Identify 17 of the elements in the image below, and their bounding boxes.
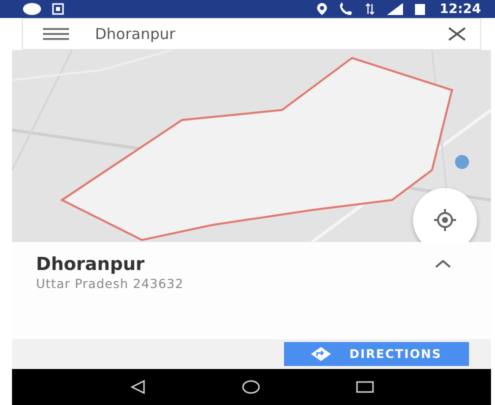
route-icon xyxy=(311,347,332,361)
battery-icon xyxy=(414,2,426,16)
home-icon[interactable] xyxy=(242,380,260,394)
close-icon[interactable] xyxy=(448,27,466,41)
search-bar[interactable]: Dhoranpur xyxy=(22,18,481,50)
recents-icon[interactable] xyxy=(356,380,374,394)
notification-icon xyxy=(52,3,64,15)
place-address: Uttar Pradesh 243632 xyxy=(36,276,185,291)
menu-icon[interactable] xyxy=(43,28,69,40)
back-icon[interactable] xyxy=(130,380,146,394)
crosshair-icon xyxy=(433,208,457,232)
call-icon xyxy=(338,2,354,16)
data-icon xyxy=(364,2,376,16)
clock-time: 12:24 xyxy=(440,2,481,16)
search-field[interactable]: Dhoranpur xyxy=(95,25,422,43)
signal-icon xyxy=(386,2,404,16)
place-name: Dhoranpur xyxy=(36,254,146,276)
